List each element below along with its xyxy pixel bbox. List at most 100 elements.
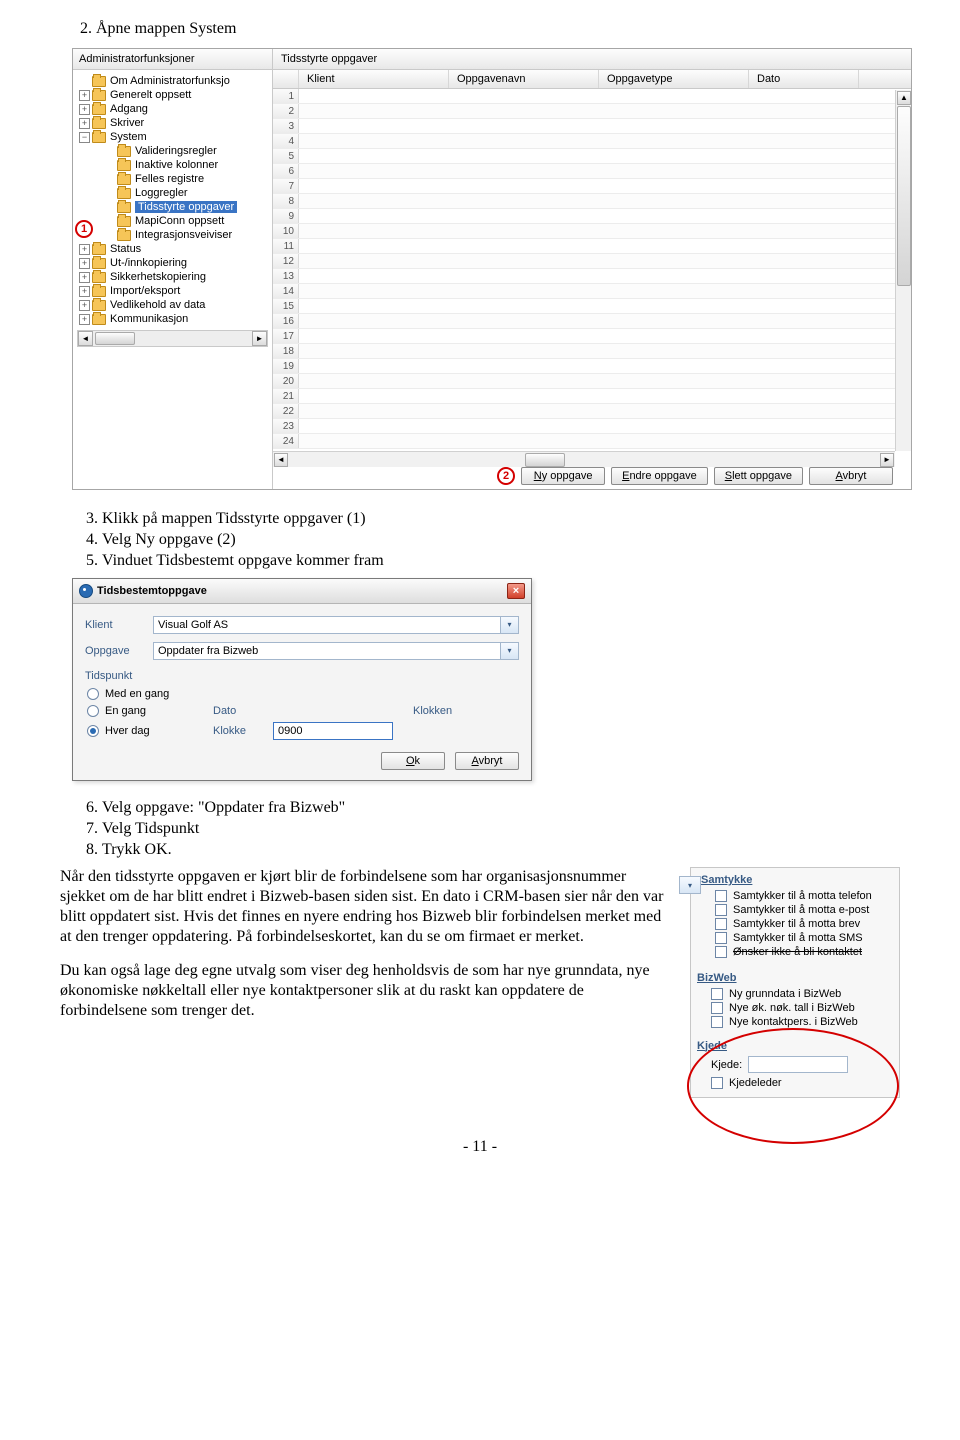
table-row[interactable]: 7 [273, 179, 911, 194]
checkbox[interactable] [715, 890, 727, 902]
expander-icon[interactable]: + [79, 90, 90, 101]
tree-item-utinn[interactable]: +Ut-/innkopiering [73, 256, 272, 270]
checkbox[interactable] [711, 988, 723, 1000]
tree-item-vedlikehold[interactable]: +Vedlikehold av data [73, 298, 272, 312]
table-row[interactable]: 12 [273, 254, 911, 269]
tree-item-system[interactable]: −System [73, 130, 272, 144]
tree-sub-validering[interactable]: Valideringsregler [73, 144, 272, 158]
table-row[interactable]: 23 [273, 419, 911, 434]
checkbox[interactable] [715, 904, 727, 916]
expander-icon[interactable]: + [79, 244, 90, 255]
klient-input[interactable] [153, 616, 501, 634]
tree-root[interactable]: Om Administratorfunksjo [73, 74, 272, 88]
tree-sub-loggregler[interactable]: Loggregler [73, 186, 272, 200]
chevron-down-icon[interactable]: ▾ [501, 642, 519, 660]
radio-hver-dag[interactable] [87, 725, 99, 737]
expander-icon[interactable]: + [79, 286, 90, 297]
radio-en-gang[interactable] [87, 705, 99, 717]
tree-item-status[interactable]: +Status [73, 242, 272, 256]
tree-item-import[interactable]: +Import/eksport [73, 284, 272, 298]
checkbox[interactable] [715, 946, 727, 958]
table-row[interactable]: 17 [273, 329, 911, 344]
table-row[interactable]: 2 [273, 104, 911, 119]
expander-icon[interactable]: + [79, 258, 90, 269]
checkbox[interactable] [711, 1002, 723, 1014]
radio-med-en-gang[interactable] [87, 688, 99, 700]
admin-window: Administratorfunksjoner Tidsstyrte oppga… [72, 48, 912, 490]
expander-icon[interactable]: + [79, 314, 90, 325]
tree-item-skriver[interactable]: +Skriver [73, 116, 272, 130]
table-row[interactable]: 14 [273, 284, 911, 299]
chevron-down-icon[interactable]: ▾ [501, 616, 519, 634]
edit-task-button[interactable]: Endre oppgave [611, 467, 708, 485]
tree-sub-integrasjon[interactable]: Integrasjonsveiviser [73, 228, 272, 242]
table-row[interactable]: 1 [273, 89, 911, 104]
table-row[interactable]: 16 [273, 314, 911, 329]
table-row[interactable]: 4 [273, 134, 911, 149]
table-row[interactable]: 9 [273, 209, 911, 224]
table-row[interactable]: 19 [273, 359, 911, 374]
table-row[interactable]: 6 [273, 164, 911, 179]
scroll-left-icon[interactable]: ◄ [78, 331, 93, 346]
table-row[interactable]: 3 [273, 119, 911, 134]
table-row[interactable]: 20 [273, 374, 911, 389]
tree-sub-mapiconn[interactable]: MapiConn oppsett [73, 214, 272, 228]
checkbox[interactable] [711, 1077, 723, 1089]
col-dato[interactable]: Dato [749, 70, 859, 88]
kjede-input[interactable] [748, 1056, 848, 1073]
new-task-button[interactable]: Ny oppgave [521, 467, 605, 485]
table-row[interactable]: 10 [273, 224, 911, 239]
expander-icon[interactable]: + [79, 118, 90, 129]
klokke-input[interactable] [273, 722, 393, 740]
klient-combo[interactable]: ▾ [153, 616, 519, 634]
scroll-up-icon[interactable]: ▲ [897, 91, 911, 105]
tree-hscroll[interactable]: ◄ ► [77, 330, 268, 347]
grid-vscroll[interactable]: ▲ [895, 90, 911, 451]
scroll-right-icon[interactable]: ► [252, 331, 267, 346]
dialog-titlebar[interactable]: Tidsbestemtoppgave × [73, 579, 531, 604]
checkbox[interactable] [715, 932, 727, 944]
dialog-cancel-button[interactable]: Avbryt [455, 752, 519, 770]
folder-icon [117, 188, 131, 199]
tree-sub-tidsstyrte[interactable]: Tidsstyrte oppgaver [73, 200, 272, 214]
tree-item-komm[interactable]: +Kommunikasjon [73, 312, 272, 326]
col-oppgavetype[interactable]: Oppgavetype [599, 70, 749, 88]
tree-sub-felles[interactable]: Felles registre [73, 172, 272, 186]
col-oppgavenavn[interactable]: Oppgavenavn [449, 70, 599, 88]
tree-view[interactable]: Om Administratorfunksjo +Generelt oppset… [73, 70, 273, 489]
table-row[interactable]: 5 [273, 149, 911, 164]
table-row[interactable]: 8 [273, 194, 911, 209]
expander-icon[interactable]: + [79, 300, 90, 311]
grid-corner [273, 70, 299, 88]
checkbox[interactable] [715, 918, 727, 930]
ok-button[interactable]: Ok [381, 752, 445, 770]
table-row[interactable]: 24 [273, 434, 911, 449]
tree-item-generelt[interactable]: +Generelt oppsett [73, 88, 272, 102]
table-row[interactable]: 11 [273, 239, 911, 254]
checkbox[interactable] [711, 1016, 723, 1028]
table-row[interactable]: 15 [273, 299, 911, 314]
table-row[interactable]: 22 [273, 404, 911, 419]
expander-icon[interactable]: + [79, 272, 90, 283]
scroll-thumb[interactable] [95, 332, 135, 345]
expander-icon[interactable]: − [79, 132, 90, 143]
cancel-button[interactable]: Avbryt [809, 467, 893, 485]
table-row[interactable]: 21 [273, 389, 911, 404]
table-row[interactable]: 13 [273, 269, 911, 284]
grid-body[interactable]: 123456789101112131415161718192021222324 [273, 89, 911, 449]
col-klient[interactable]: Klient [299, 70, 449, 88]
tree-item-sikkerhet[interactable]: +Sikkerhetskopiering [73, 270, 272, 284]
table-row[interactable]: 18 [273, 344, 911, 359]
close-icon[interactable]: × [507, 583, 525, 599]
scroll-left-icon[interactable]: ◄ [274, 453, 288, 467]
task-grid[interactable]: Klient Oppgavenavn Oppgavetype Dato 1234… [273, 70, 911, 489]
oppgave-input[interactable] [153, 642, 501, 660]
folder-icon [92, 104, 106, 115]
tree-item-adgang[interactable]: +Adgang [73, 102, 272, 116]
chevron-down-icon[interactable]: ▾ [679, 876, 701, 894]
expander-icon[interactable]: + [79, 104, 90, 115]
scroll-thumb[interactable] [897, 106, 911, 286]
oppgave-combo[interactable]: ▾ [153, 642, 519, 660]
tree-sub-inaktive[interactable]: Inaktive kolonner [73, 158, 272, 172]
delete-task-button[interactable]: Slett oppgave [714, 467, 803, 485]
